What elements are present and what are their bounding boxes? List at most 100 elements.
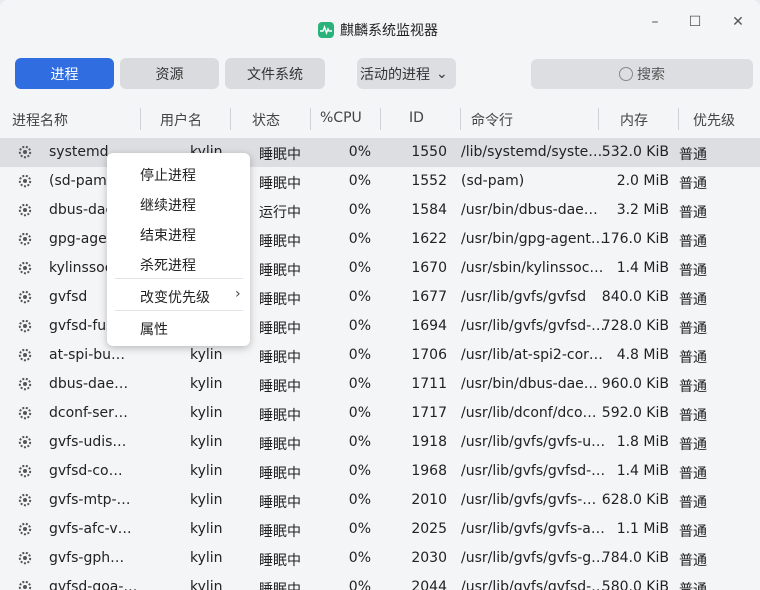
process-cmdline: /usr/bin/gpg-agent… — [461, 231, 605, 247]
process-state: 睡眠中 — [259, 234, 301, 250]
process-gear-icon — [17, 405, 33, 421]
menu-separator — [115, 278, 243, 279]
search-icon — [619, 67, 633, 81]
menu-item-end-process[interactable]: 结束进程 — [140, 225, 196, 245]
menu-item-continue-process[interactable]: 继续进程 — [140, 195, 196, 215]
maximize-icon: ☐ — [688, 14, 702, 30]
process-id: 1706 — [411, 347, 447, 363]
process-user: kylin — [190, 434, 223, 450]
minimize-button[interactable]: – — [645, 12, 665, 32]
table-row[interactable]: dbus-dae… kylin 睡眠中 0% 1711/usr/bin/dbus-dae… — [0, 370, 760, 399]
process-gear-icon — [17, 521, 33, 537]
process-state: 睡眠中 — [259, 379, 301, 395]
title-bar: 麒麟系统监视器 – ☐ ✕ — [0, 0, 760, 48]
process-id: 1552 — [411, 173, 447, 189]
tab-filesystems[interactable]: 文件系统 — [225, 58, 325, 89]
process-name: gvfs-udis… — [49, 434, 127, 450]
process-gear-icon — [17, 260, 33, 276]
menu-item-stop-process[interactable]: 停止进程 — [140, 165, 196, 185]
process-memory: 628.0 KiB — [601, 492, 669, 508]
process-table-header: 进程名称 用户名 状态 %CPU ID 命令行 内存 优先级 — [0, 100, 760, 136]
process-name: dconf-ser… — [49, 405, 128, 421]
process-memory: 176.0 KiB — [601, 231, 669, 247]
process-name: dbus-dae — [49, 202, 115, 218]
table-row[interactable]: gvfs-afc-v… kylin 睡眠中 0% 2025/usr/lib/gvfs/g… — [0, 515, 760, 544]
process-cpu: 0% — [348, 289, 371, 305]
process-cmdline: /usr/lib/gvfs/gvfsd-… — [461, 318, 606, 334]
process-id: 1670 — [411, 260, 447, 276]
process-memory: 728.0 KiB — [601, 318, 669, 334]
table-row[interactable]: gvfs-udis… kylin 睡眠中 0% 1918/usr/lib/gvfs/gv… — [0, 428, 760, 457]
process-priority: 普通 — [679, 263, 707, 279]
menu-item-properties[interactable]: 属性 — [140, 319, 168, 339]
process-gear-icon — [17, 579, 33, 590]
process-memory: 4.8 MiB — [616, 347, 669, 363]
maximize-button[interactable]: ☐ — [685, 12, 705, 32]
process-id: 1717 — [411, 405, 447, 421]
column-divider — [380, 108, 381, 130]
process-name: gpg-agen — [49, 231, 116, 247]
process-name: at-spi-bu… — [49, 347, 126, 363]
column-header-cmdline[interactable]: 命令行 — [471, 110, 513, 130]
process-user: kylin — [190, 376, 223, 392]
menu-item-kill-process[interactable]: 杀死进程 — [140, 255, 196, 275]
column-header-memory[interactable]: 内存 — [620, 110, 648, 130]
process-memory: 580.0 KiB — [601, 579, 669, 590]
process-name: systemd — [49, 144, 109, 160]
process-cmdline: /usr/lib/gvfs/gvfsd — [461, 289, 587, 305]
app-logo-icon — [318, 22, 334, 38]
close-icon: ✕ — [732, 14, 744, 30]
process-cmdline: /usr/sbin/kylinssoc… — [461, 260, 604, 276]
process-state: 睡眠中 — [259, 466, 301, 482]
close-button[interactable]: ✕ — [728, 12, 748, 32]
process-id: 2030 — [411, 550, 447, 566]
column-header-priority[interactable]: 优先级 — [693, 110, 735, 130]
search-input[interactable]: 搜索 — [531, 59, 753, 89]
process-cpu: 0% — [348, 463, 371, 479]
process-state: 睡眠中 — [259, 292, 301, 308]
column-header-state[interactable]: 状态 — [252, 110, 280, 130]
process-id: 1622 — [411, 231, 447, 247]
process-cpu: 0% — [348, 144, 371, 160]
process-priority: 普通 — [679, 582, 707, 590]
process-cmdline: /usr/bin/dbus-dae… — [461, 376, 598, 392]
process-memory: 592.0 KiB — [601, 405, 669, 421]
minimize-icon: – — [651, 14, 659, 30]
toolbar: 进程 资源 文件系统 活动的进程 ⌄ 搜索 — [0, 58, 760, 90]
table-row[interactable]: gvfsd-co… kylin 睡眠中 0% 1968/usr/lib/gvfs/gvf… — [0, 457, 760, 486]
context-menu: 停止进程 继续进程 结束进程 杀死进程 改变优先级 › 属性 — [107, 153, 250, 346]
process-state: 睡眠中 — [259, 495, 301, 511]
process-memory: 1.1 MiB — [616, 521, 669, 537]
tab-resources[interactable]: 资源 — [120, 58, 219, 89]
process-memory: 2.0 MiB — [616, 173, 669, 189]
column-header-id[interactable]: ID — [409, 110, 424, 126]
menu-item-change-priority[interactable]: 改变优先级 — [140, 287, 210, 307]
process-cpu: 0% — [348, 318, 371, 334]
column-divider — [678, 108, 679, 130]
process-cpu: 0% — [348, 550, 371, 566]
column-header-name[interactable]: 进程名称 — [12, 110, 68, 130]
process-state: 睡眠中 — [259, 176, 301, 192]
process-name: gvfsd-fus — [49, 318, 114, 334]
process-priority: 普通 — [679, 147, 707, 163]
process-priority: 普通 — [679, 321, 707, 337]
column-header-user[interactable]: 用户名 — [160, 110, 202, 130]
process-priority: 普通 — [679, 553, 707, 569]
process-state: 睡眠中 — [259, 553, 301, 569]
process-state: 睡眠中 — [259, 582, 301, 590]
process-filter-dropdown[interactable]: 活动的进程 ⌄ — [357, 58, 456, 89]
table-row[interactable]: gvfsd-goa-… kylin 睡眠中 0% 2044/usr/lib/gvfs/g… — [0, 573, 760, 590]
process-priority: 普通 — [679, 292, 707, 308]
process-state: 睡眠中 — [259, 437, 301, 453]
process-cmdline: /usr/lib/gvfs/gvfsd-… — [461, 463, 606, 479]
table-row[interactable]: gvfs-mtp-… kylin 睡眠中 0% 2010/usr/lib/gvfs/gv… — [0, 486, 760, 515]
process-name: kylinssoc — [49, 260, 113, 276]
column-divider — [140, 108, 141, 130]
process-cmdline: /usr/lib/dconf/dco… — [461, 405, 597, 421]
process-user: kylin — [190, 405, 223, 421]
tab-processes[interactable]: 进程 — [15, 58, 114, 89]
column-header-cpu[interactable]: %CPU — [320, 110, 362, 126]
process-name: gvfsd — [49, 289, 88, 305]
table-row[interactable]: gvfs-gph… kylin 睡眠中 0% 2030/usr/lib/gvfs/gvf… — [0, 544, 760, 573]
table-row[interactable]: dconf-ser… kylin 睡眠中 0% 1717/usr/lib/dconf/d… — [0, 399, 760, 428]
